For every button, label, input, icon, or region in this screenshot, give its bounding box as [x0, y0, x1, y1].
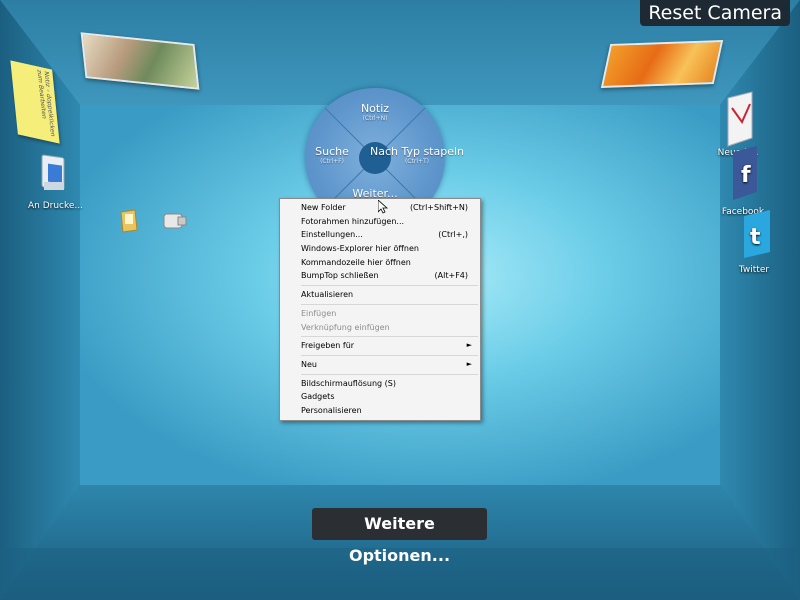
sticky-note[interactable]: Notiz – doppelklicken zum Bearbeiten: [10, 60, 60, 144]
folder-icon: [118, 208, 140, 237]
menu-item-label: Einstellungen...: [301, 230, 363, 240]
desktop-icon-usb[interactable]: [160, 208, 188, 237]
desktop-icon-label: Twitter: [738, 265, 770, 275]
printer-icon: [28, 152, 78, 199]
facebook-icon: f: [718, 144, 768, 205]
menu-item-label: Windows-Explorer hier öffnen: [301, 244, 419, 254]
menu-item-einfuegen: Einfügen: [280, 307, 480, 321]
pie-item-hint: (Ctrl+F): [320, 158, 344, 165]
usb-icon: [160, 208, 188, 237]
menu-item-label: New Folder: [301, 203, 346, 212]
menu-item-kommandozeile[interactable]: Kommandozeile hier öffnen: [280, 256, 480, 270]
pie-item-label: Nach Typ stapeln: [369, 145, 465, 158]
menu-item-shortcut: (Ctrl+Shift+N): [409, 203, 468, 212]
menu-separator: [301, 373, 478, 375]
pie-item-label: Notiz: [360, 102, 390, 115]
menu-item-label: BumpTop schließen: [301, 271, 379, 281]
desktop-icon-label: An Drucke...: [28, 201, 84, 211]
menu-item-gadgets[interactable]: Gadgets: [280, 390, 480, 404]
menu-item-einstellungen[interactable]: Einstellungen... (Ctrl+,): [280, 228, 480, 242]
desktop-icon-folder[interactable]: [118, 208, 140, 237]
menu-item-schliessen[interactable]: BumpTop schließen (Alt+F4): [280, 269, 480, 283]
menu-item-verknuepfung: Verknüpfung einfügen: [280, 321, 480, 335]
desktop-icon-twitter[interactable]: t Twitter: [732, 208, 776, 275]
submenu-arrow-icon: ►: [466, 359, 472, 368]
menu-item-personalisieren[interactable]: Personalisieren: [280, 404, 480, 418]
svg-text:t: t: [750, 225, 761, 250]
menu-item-shortcut: (Ctrl+,): [438, 230, 468, 240]
desktop-icon-facebook[interactable]: f Facebook: [718, 144, 768, 217]
menu-separator: [301, 354, 478, 356]
pie-item-nach-typ-stapeln[interactable]: Nach Typ stapeln (Ctrl+T): [367, 145, 467, 165]
pie-item-hint: (Ctrl+T): [404, 158, 430, 165]
menu-separator: [301, 336, 478, 338]
menu-item-shortcut: (Alt+F4): [434, 271, 468, 281]
svg-text:f: f: [741, 163, 751, 188]
menu-item-label: Kommandozeile hier öffnen: [301, 257, 411, 267]
pie-item-suche[interactable]: Suche (Ctrl+F): [309, 145, 355, 165]
menu-item-neu[interactable]: Neu ►: [280, 358, 480, 372]
reset-camera-button[interactable]: Reset Camera: [640, 0, 790, 26]
desktop-icon-printer[interactable]: An Drucke...: [28, 152, 84, 211]
photo-frame-right[interactable]: [600, 40, 724, 88]
menu-item-aktualisieren[interactable]: Aktualisieren: [280, 288, 480, 302]
menu-item-label: Freigeben für: [301, 341, 355, 351]
menu-item-label: Verknüpfung einfügen: [301, 322, 390, 332]
menu-item-label: Fotorahmen hinzufügen...: [301, 216, 405, 226]
tooltip: Weitere Optionen...: [312, 508, 487, 565]
menu-item-label: Aktualisieren: [301, 290, 354, 300]
pie-item-hint: (Ctrl+N): [362, 115, 388, 122]
menu-item-bildschirmaufloesung[interactable]: Bildschirmauflösung (S): [280, 377, 480, 391]
mouse-cursor-icon: [377, 199, 389, 218]
menu-item-label: Gadgets: [301, 392, 335, 402]
twitter-icon: t: [732, 208, 776, 263]
menu-separator: [301, 303, 478, 305]
submenu-arrow-icon: ►: [466, 341, 472, 350]
menu-item-label: Einfügen: [301, 308, 337, 318]
menu-item-label: Neu: [301, 359, 317, 369]
pie-item-notiz[interactable]: Notiz (Ctrl+N): [355, 102, 395, 122]
menu-item-label: Personalisieren: [301, 405, 362, 415]
mail-icon: [708, 90, 768, 151]
menu-separator: [301, 285, 478, 287]
pie-item-label: Suche: [315, 145, 349, 158]
context-menu: New Folder (Ctrl+Shift+N) Fotorahmen hinz…: [279, 198, 481, 421]
menu-item-explorer[interactable]: Windows-Explorer hier öffnen: [280, 242, 480, 256]
menu-item-label: Bildschirmauflösung (S): [301, 378, 396, 388]
menu-item-freigeben[interactable]: Freigeben für ►: [280, 339, 480, 353]
